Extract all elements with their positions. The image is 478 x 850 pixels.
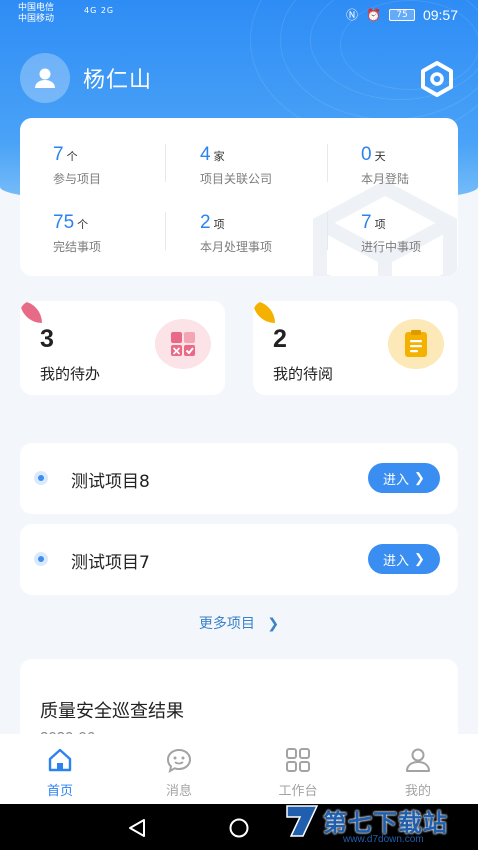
enter-button[interactable]: 进入 ❯ bbox=[368, 544, 440, 574]
project-item[interactable]: 测试项目7 进入 ❯ bbox=[20, 524, 458, 595]
chevron-right-icon: ❯ bbox=[414, 470, 425, 485]
clipboard-icon bbox=[388, 319, 444, 369]
stat-value: 7 bbox=[361, 212, 372, 233]
stat-unit: 个 bbox=[66, 150, 78, 163]
tab-bar: 首页 消息 工作台 我的 bbox=[0, 734, 478, 804]
user-icon bbox=[35, 68, 55, 88]
project-item[interactable]: 测试项目8 进入 ❯ bbox=[20, 443, 458, 514]
chevron-right-icon: ❯ bbox=[414, 551, 425, 566]
stat-companies: 4家 项目关联公司 bbox=[200, 144, 320, 187]
tab-workbench[interactable]: 工作台 bbox=[258, 742, 338, 799]
stat-completed: 75 个 完结事项 bbox=[53, 212, 173, 255]
more-projects-label: 更多项目 bbox=[198, 616, 255, 632]
signal-icon: 4G 2G bbox=[84, 6, 115, 15]
stat-label: 项目关联公司 bbox=[200, 172, 273, 186]
stat-label: 进行中事项 bbox=[361, 240, 422, 254]
toread-card[interactable]: 2 我的待阅 bbox=[253, 301, 458, 395]
chevron-right-icon: ❯ bbox=[267, 616, 280, 632]
stat-value: 0 bbox=[361, 144, 372, 165]
watermark-url: www.d7down.com bbox=[343, 834, 424, 845]
app-screen: 中国电信 中国移动 4G 2G Ⓝ ⏰ 75 09:57 杨仁山 7 个 参与项… bbox=[0, 0, 478, 850]
stat-processed: 2项 本月处理事项 bbox=[200, 212, 320, 255]
bullet-icon bbox=[34, 552, 48, 566]
home-circle-icon[interactable] bbox=[228, 817, 250, 839]
workbench-icon bbox=[286, 748, 310, 772]
tab-label: 首页 bbox=[46, 784, 73, 799]
watermark: 第七下载站 www.d7down.com bbox=[283, 800, 448, 845]
tab-home[interactable]: 首页 bbox=[20, 742, 100, 799]
leaf-icon bbox=[253, 301, 275, 323]
settings-button[interactable] bbox=[416, 58, 458, 100]
tab-messages[interactable]: 消息 bbox=[139, 742, 219, 799]
stat-label: 本月登陆 bbox=[361, 172, 410, 186]
enter-label: 进入 bbox=[383, 471, 410, 487]
todo-icon bbox=[155, 319, 211, 369]
message-icon bbox=[166, 748, 192, 773]
stat-value: 7 bbox=[53, 144, 64, 165]
stat-logins: 0天 本月登陆 bbox=[361, 144, 458, 187]
stat-value: 4 bbox=[200, 144, 211, 165]
bullet-icon bbox=[34, 471, 48, 485]
quality-title: 质量安全巡查结果 bbox=[40, 701, 184, 722]
hexagon-settings-icon bbox=[421, 61, 453, 97]
back-icon[interactable] bbox=[126, 817, 148, 839]
carrier-1: 中国电信 bbox=[18, 3, 55, 13]
stat-value: 75 bbox=[53, 212, 75, 233]
stat-projects: 7个 参与项目 bbox=[53, 144, 173, 187]
carrier-2: 中国移动 bbox=[18, 14, 55, 24]
stat-unit: 家 bbox=[213, 150, 225, 163]
avatar[interactable] bbox=[20, 53, 70, 103]
toread-count: 2 bbox=[273, 325, 287, 353]
tab-label: 消息 bbox=[165, 784, 192, 799]
stat-label: 完结事项 bbox=[53, 240, 102, 254]
tab-profile[interactable]: 我的 bbox=[378, 742, 458, 799]
enter-button[interactable]: 进入 ❯ bbox=[368, 463, 440, 493]
alarm-icon: ⏰ bbox=[366, 7, 381, 22]
stat-label: 本月处理事项 bbox=[200, 240, 273, 254]
divider bbox=[165, 212, 166, 250]
stat-unit: 项 bbox=[213, 218, 225, 231]
user-profile[interactable]: 杨仁山 bbox=[20, 53, 152, 103]
clock: 09:57 bbox=[422, 6, 458, 23]
divider bbox=[327, 212, 328, 250]
carrier-info: 中国电信 中国移动 bbox=[18, 3, 54, 25]
battery-icon: 75 bbox=[388, 8, 415, 21]
toread-label: 我的待阅 bbox=[273, 365, 334, 383]
divider bbox=[165, 144, 166, 182]
nfc-icon: Ⓝ bbox=[345, 8, 358, 22]
todo-card[interactable]: 3 我的待办 bbox=[20, 301, 225, 395]
stat-unit: 个 bbox=[77, 218, 89, 231]
stat-label: 参与项目 bbox=[53, 172, 102, 186]
todo-count: 3 bbox=[40, 325, 54, 353]
user-name: 杨仁山 bbox=[83, 68, 153, 93]
stat-value: 2 bbox=[200, 212, 211, 233]
divider bbox=[327, 144, 328, 182]
watermark-logo-icon bbox=[286, 805, 319, 837]
stat-unit: 天 bbox=[374, 150, 386, 163]
project-name: 测试项目7 bbox=[71, 553, 150, 573]
todo-label: 我的待办 bbox=[40, 365, 101, 383]
tab-label: 我的 bbox=[404, 784, 431, 799]
leaf-icon bbox=[20, 301, 42, 323]
home-icon bbox=[48, 748, 72, 772]
more-projects-link[interactable]: 更多项目 ❯ bbox=[0, 613, 478, 633]
stats-card: 7个 参与项目 4家 项目关联公司 0天 本月登陆 75 个 完结事项 2项 本月… bbox=[20, 118, 458, 276]
enter-label: 进入 bbox=[383, 552, 410, 568]
status-right: Ⓝ ⏰ 75 09:57 bbox=[346, 6, 458, 23]
status-bar: 中国电信 中国移动 4G 2G Ⓝ ⏰ 75 09:57 bbox=[0, 0, 478, 28]
tab-label: 工作台 bbox=[278, 784, 318, 799]
project-name: 测试项目8 bbox=[71, 472, 150, 492]
stat-in-progress: 7项 进行中事项 bbox=[361, 212, 458, 255]
stat-unit: 项 bbox=[374, 218, 386, 231]
watermark-text: 第七下载站 bbox=[323, 808, 448, 837]
profile-icon bbox=[406, 748, 430, 772]
